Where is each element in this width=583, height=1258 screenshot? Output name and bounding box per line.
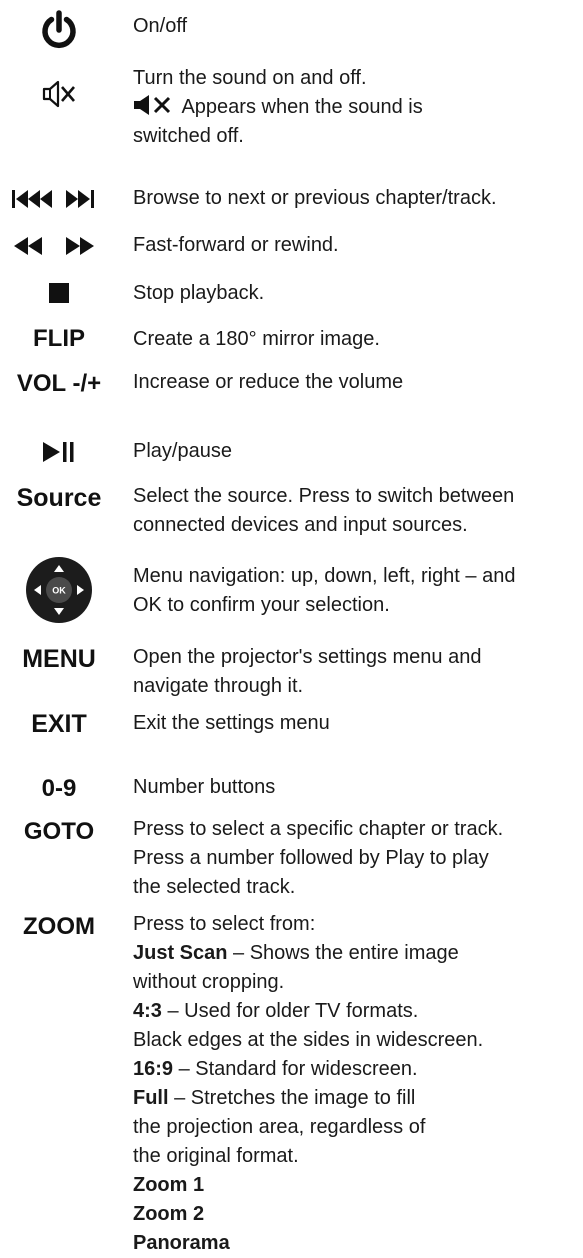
nav-ok-label: OK	[52, 586, 66, 596]
navigation-pad-icon: OK	[0, 556, 118, 624]
zoom-option-zoom1: Zoom 1	[133, 1174, 205, 1196]
speaker-muted-icon	[134, 95, 171, 115]
source-desc-line1: Select the source. Press to switch betwe…	[133, 485, 515, 507]
zoom-ratio169-term: 16:9	[133, 1058, 174, 1080]
zoom-desc: Press to select from: Just Scan – Shows …	[133, 910, 581, 1258]
goto-desc-line3: the selected track.	[133, 876, 296, 898]
goto-desc-line1: Press to select a specific chapter or tr…	[133, 818, 504, 840]
exit-desc: Exit the settings menu	[133, 712, 330, 734]
zoom-intro: Press to select from:	[133, 913, 316, 935]
zoom-key-label: ZOOM	[23, 913, 95, 940]
goto-desc-line2: Press a number followed by Play to play	[133, 847, 489, 869]
rewind-fastforward-icon	[0, 237, 118, 255]
source-desc-line2: connected devices and input sources.	[133, 514, 468, 536]
menu-desc-line2: navigate through it.	[133, 675, 304, 697]
exit-key-label: EXIT	[31, 710, 87, 738]
zoom-ratio43-desc1: – Used for older TV formats.	[161, 1000, 419, 1022]
skip-desc: Browse to next or previous chapter/track…	[133, 187, 497, 209]
nav-desc-line2: OK to confirm your selection.	[133, 594, 390, 616]
stop-icon	[0, 283, 118, 303]
zoom-just-scan-desc1: – Shows the entire image	[227, 942, 459, 964]
menu-key-label: MENU	[22, 645, 96, 673]
menu-desc-line1: Open the projector's settings menu and	[133, 646, 482, 668]
vol-key-label: VOL -/+	[16, 370, 102, 397]
source-desc: Select the source. Press to switch betwe…	[133, 482, 581, 540]
zoom-just-scan: Just Scan – Shows the entire image	[133, 939, 581, 968]
power-icon	[0, 10, 118, 50]
flip-desc: Create a 180° mirror image.	[133, 328, 380, 350]
zoom-ratio43-term: 4:3	[133, 1000, 162, 1022]
nav-desc-line1: Menu navigation: up, down, left, right –…	[133, 565, 516, 587]
flip-key-label: FLIP	[33, 325, 85, 352]
goto-key-label: GOTO	[23, 818, 95, 845]
zoom-full-term: Full	[133, 1087, 169, 1109]
play-pause-icon	[0, 442, 118, 462]
mute-desc-line1: Turn the sound on and off.	[133, 67, 367, 89]
goto-desc: Press to select a specific chapter or tr…	[133, 815, 581, 902]
mute-desc-line2: Appears when the sound is	[133, 93, 581, 122]
nav-desc: Menu navigation: up, down, left, right –…	[133, 562, 581, 620]
zoom-just-scan-term: Just Scan	[133, 942, 228, 964]
ffrew-desc: Fast-forward or rewind.	[133, 234, 339, 256]
menu-desc: Open the projector's settings menu and n…	[133, 643, 581, 701]
zoom-full-desc2: the projection area, regardless of	[133, 1116, 426, 1138]
numbers-key-label: 0-9	[41, 775, 77, 802]
stop-desc: Stop playback.	[133, 282, 265, 304]
zoom-just-scan-desc2: without cropping.	[133, 971, 285, 993]
zoom-full-desc3: the original format.	[133, 1145, 299, 1167]
skip-prev-next-icon	[0, 190, 118, 208]
zoom-ratio43: 4:3 – Used for older TV formats.	[133, 997, 581, 1026]
mute-icon	[0, 78, 118, 110]
play-desc: Play/pause	[133, 440, 232, 462]
source-key-label: Source	[16, 484, 102, 512]
zoom-ratio169: 16:9 – Standard for widescreen.	[133, 1055, 581, 1084]
numbers-desc: Number buttons	[133, 776, 276, 798]
zoom-full-desc1: – Stretches the image to fill	[168, 1087, 416, 1109]
zoom-option-zoom2: Zoom 2	[133, 1203, 205, 1225]
zoom-full: Full – Stretches the image to fill	[133, 1084, 581, 1113]
power-desc: On/off	[133, 15, 188, 37]
zoom-ratio43-desc2: Black edges at the sides in widescreen.	[133, 1029, 484, 1051]
vol-desc: Increase or reduce the volume	[133, 371, 404, 393]
zoom-ratio169-desc: – Standard for widescreen.	[173, 1058, 418, 1080]
zoom-option-panorama: Panorama	[133, 1232, 230, 1254]
mute-desc: Turn the sound on and off. Appears when …	[133, 64, 581, 151]
mute-desc-line2-text: Appears when the sound is	[177, 96, 423, 118]
mute-desc-line3: switched off.	[133, 125, 244, 147]
